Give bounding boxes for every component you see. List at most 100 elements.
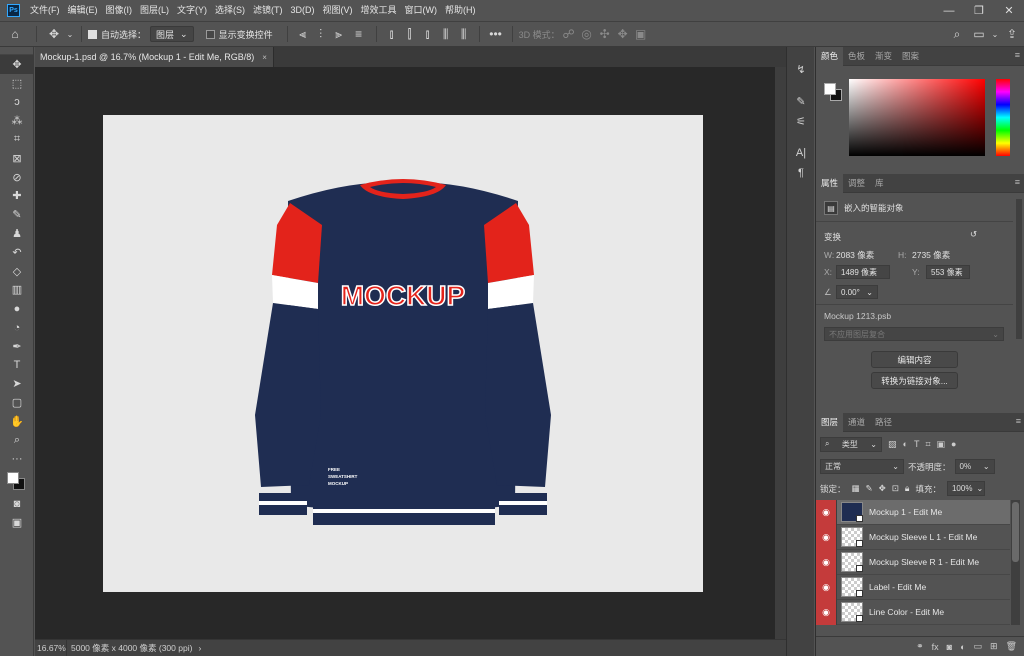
- color-swatches[interactable]: [0, 469, 34, 495]
- align-left-icon[interactable]: ⫷: [294, 23, 312, 45]
- hue-slider[interactable]: [996, 79, 1010, 156]
- properties-scrollbar[interactable]: [1016, 199, 1022, 339]
- tab-adjustments[interactable]: 调整: [843, 174, 870, 193]
- history-brush-icon[interactable]: ↶: [0, 243, 34, 262]
- visibility-eye-icon[interactable]: ◉: [816, 574, 837, 600]
- fill-field[interactable]: 100% ⌄: [946, 481, 985, 496]
- 3d-drag-icon[interactable]: ✣: [596, 23, 614, 45]
- zoom-level[interactable]: 16.67%: [35, 640, 67, 656]
- y-field[interactable]: 553 像素: [926, 265, 970, 279]
- gradient-icon[interactable]: ▥: [0, 281, 34, 300]
- blur-icon[interactable]: ●: [0, 299, 34, 318]
- layer-comp-dropdown[interactable]: 不应用图层复合 ⌄: [824, 327, 1004, 341]
- brush-icon[interactable]: ✎: [0, 205, 34, 224]
- color-picker-field[interactable]: [849, 79, 985, 156]
- lock-image-icon[interactable]: ✎: [866, 483, 873, 494]
- character-panel-icon[interactable]: A|: [787, 143, 815, 163]
- type-icon[interactable]: T: [0, 356, 34, 375]
- 3d-orbit-icon[interactable]: ☍: [560, 23, 578, 45]
- visibility-eye-icon[interactable]: ◉: [816, 599, 837, 625]
- filter-toggle-icon[interactable]: ●: [951, 439, 956, 449]
- menu-plugins[interactable]: 增效工具: [357, 0, 401, 21]
- w-value[interactable]: 2083 像素: [836, 249, 898, 261]
- adjustments-icon[interactable]: ⚟: [787, 111, 815, 131]
- crop-icon[interactable]: ⌗: [0, 130, 34, 149]
- menu-edit[interactable]: 编辑(E): [64, 0, 102, 21]
- layer-filter-dropdown[interactable]: ⌕ 类型 ⌄: [820, 436, 882, 452]
- distribute-top-icon[interactable]: ⫾: [383, 23, 401, 45]
- auto-select-checkbox[interactable]: [88, 29, 97, 39]
- menu-view[interactable]: 视图(V): [319, 0, 357, 21]
- 3d-scale-icon[interactable]: ▣: [632, 23, 650, 45]
- tab-channels[interactable]: 通道: [843, 413, 870, 432]
- marquee-icon[interactable]: ⬚: [0, 74, 34, 93]
- align-top-icon[interactable]: ≡: [348, 23, 370, 45]
- home-icon[interactable]: ⌂: [0, 23, 30, 45]
- close-tab-icon[interactable]: ×: [262, 53, 267, 62]
- layer-row[interactable]: ◉ Mockup 1 - Edit Me: [816, 499, 1010, 525]
- tab-paths[interactable]: 路径: [870, 413, 897, 432]
- visibility-eye-icon[interactable]: ◉: [816, 524, 837, 550]
- tab-layers[interactable]: 图层: [816, 412, 844, 432]
- lock-all-icon[interactable]: 🔒︎: [905, 483, 910, 494]
- document-tab[interactable]: Mockup-1.psd @ 16.7% (Mockup 1 - Edit Me…: [35, 47, 274, 67]
- layers-scrollbar[interactable]: [1011, 500, 1020, 625]
- show-transform-checkbox[interactable]: [205, 29, 215, 39]
- more-options-icon[interactable]: •••: [486, 23, 506, 45]
- blend-mode-dropdown[interactable]: 正常 ⌄: [820, 459, 904, 474]
- distribute-bottom-icon[interactable]: ⫾: [419, 23, 437, 45]
- lock-transparent-icon[interactable]: ▦: [852, 483, 860, 494]
- chevron-down-icon[interactable]: ⌄: [65, 23, 75, 45]
- artboard[interactable]: MOCKUP FREE SWEATSHIRT MOCKUP: [103, 115, 703, 592]
- more-tools-icon[interactable]: ···: [0, 450, 34, 469]
- align-right-icon[interactable]: ⫸: [330, 23, 348, 45]
- menu-select[interactable]: 选择(S): [211, 0, 249, 21]
- eraser-icon[interactable]: ◇: [0, 262, 34, 281]
- zoom-icon[interactable]: ⌕: [0, 431, 34, 450]
- layer-row[interactable]: ◉ Label - Edit Me: [816, 574, 1010, 600]
- lasso-icon[interactable]: ↄ: [0, 93, 34, 112]
- layer-row[interactable]: ◉ Line Color - Edit Me: [816, 599, 1010, 625]
- opacity-field[interactable]: 0% ⌄: [954, 459, 995, 474]
- h-value[interactable]: 2735 像素: [912, 249, 950, 261]
- menu-image[interactable]: 图像(I): [102, 0, 137, 21]
- add-mask-icon[interactable]: ◙: [947, 642, 952, 652]
- x-field[interactable]: 1489 像素: [836, 265, 890, 279]
- workspace-icon[interactable]: ▭: [968, 23, 990, 45]
- distribute-right-icon[interactable]: ⫼: [455, 23, 473, 45]
- tab-color[interactable]: 颜色: [816, 46, 844, 66]
- magic-wand-icon[interactable]: ⁂: [0, 111, 34, 130]
- move-tool-preset-icon[interactable]: ✥: [43, 23, 65, 45]
- menu-layer[interactable]: 图层(L): [136, 0, 173, 21]
- reset-transform-icon[interactable]: ↺: [970, 229, 977, 240]
- eyedropper-icon[interactable]: ⊘: [0, 168, 34, 187]
- visibility-eye-icon[interactable]: ◉: [816, 549, 837, 575]
- angle-field[interactable]: 0.00° ⌄: [836, 285, 878, 299]
- screen-mode-icon[interactable]: ▣: [0, 513, 34, 532]
- dodge-icon[interactable]: ◔: [0, 318, 34, 337]
- edit-contents-button[interactable]: 编辑内容: [871, 351, 958, 368]
- path-select-icon[interactable]: ➤: [0, 375, 34, 394]
- close-icon[interactable]: ✕: [994, 0, 1024, 21]
- link-layers-icon[interactable]: ⚭: [916, 641, 924, 652]
- menu-filter[interactable]: 滤镜(T): [249, 0, 287, 21]
- menu-help[interactable]: 帮助(H): [441, 0, 480, 21]
- distribute-vcenter-icon[interactable]: ⫿: [401, 23, 419, 45]
- distribute-left-icon[interactable]: ⫼: [437, 23, 455, 45]
- menu-file[interactable]: 文件(F): [26, 0, 64, 21]
- 3d-slide-icon[interactable]: ✥: [614, 23, 632, 45]
- adjustment-layer-icon[interactable]: ◐: [960, 642, 965, 652]
- brush-settings-icon[interactable]: ✎: [787, 91, 815, 111]
- shape-filter-icon[interactable]: ⌗: [925, 439, 930, 450]
- share-icon[interactable]: ⇪: [1000, 23, 1024, 45]
- panel-menu-icon[interactable]: ≡: [1016, 416, 1021, 426]
- panel-menu-icon[interactable]: ≡: [1015, 177, 1020, 187]
- visibility-eye-icon[interactable]: ◉: [816, 499, 837, 525]
- menu-3d[interactable]: 3D(D): [287, 0, 319, 21]
- restore-icon[interactable]: ❐: [964, 0, 994, 21]
- foreground-color-swatch[interactable]: [824, 83, 836, 95]
- clone-stamp-icon[interactable]: ♟: [0, 224, 34, 243]
- new-group-icon[interactable]: ▭: [974, 641, 983, 652]
- layer-style-icon[interactable]: fx: [932, 642, 939, 652]
- tab-properties[interactable]: 属性: [816, 173, 844, 193]
